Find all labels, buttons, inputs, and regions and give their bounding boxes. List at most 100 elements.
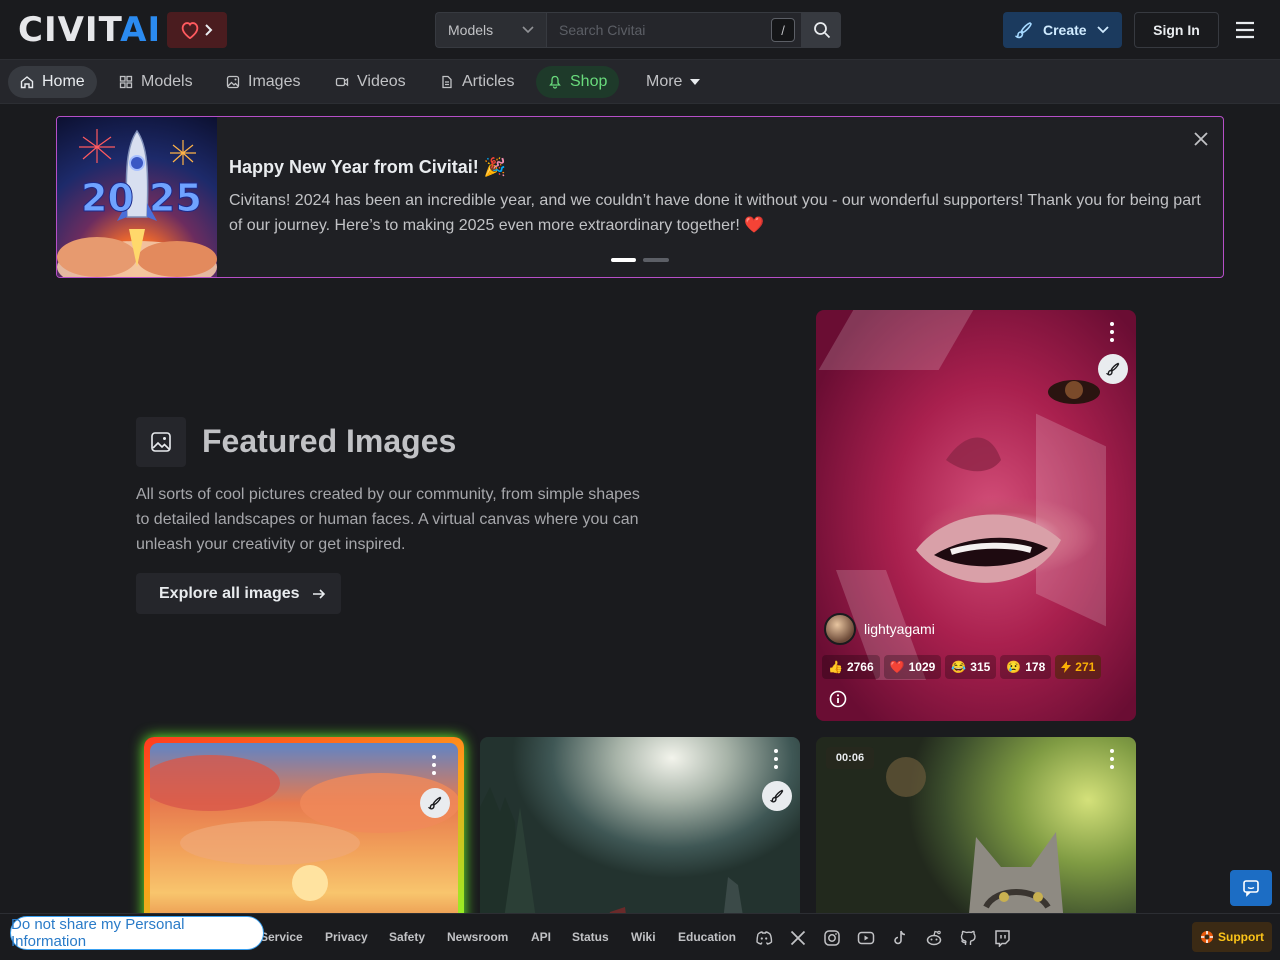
support-heart-button[interactable] [167, 12, 227, 48]
explore-all-images-button[interactable]: Explore all images [136, 573, 341, 614]
featured-images-badge [136, 417, 186, 467]
nav-home-label: Home [42, 73, 85, 90]
chevron-down-icon [1096, 26, 1109, 34]
nav-images[interactable]: Images [214, 66, 312, 98]
banner-title: Happy New Year from Civitai! 🎉 [229, 157, 507, 177]
year-digits-right: 25 [149, 176, 202, 220]
support-button[interactable]: Support [1192, 922, 1272, 952]
search-button[interactable] [802, 12, 841, 48]
youtube-icon[interactable] [857, 929, 875, 947]
banner-text: Civitans! 2024 has been an incredible ye… [229, 192, 1201, 234]
nav-videos[interactable]: Videos [323, 66, 418, 98]
support-label: Support [1218, 930, 1264, 944]
remix-button[interactable] [420, 788, 450, 818]
heart-icon: ❤️ [889, 660, 905, 674]
footer-link-wiki[interactable]: Wiki [631, 930, 656, 944]
rocket-illustration: 20 25 [57, 129, 217, 277]
announcement-banner: 20 25 Happy New Year from Civitai! 🎉 Civ… [56, 116, 1224, 278]
nav-articles[interactable]: Articles [428, 66, 526, 98]
nav-articles-label: Articles [462, 73, 515, 90]
search-scope-select[interactable]: Models [435, 12, 546, 48]
reaction-count: 315 [970, 660, 991, 674]
github-icon[interactable] [959, 929, 977, 947]
brush-icon [770, 789, 784, 803]
card-menu-icon[interactable] [1110, 749, 1114, 769]
reaction-count: 2766 [846, 660, 874, 674]
new-year-rocket-image: 20 25 [57, 117, 217, 277]
nav-images-label: Images [248, 73, 301, 90]
buzz-count: 271 [1075, 660, 1096, 674]
reactions-bar: 👍 2766 ❤️ 1029 😂 315 😢 178 271 [822, 655, 1102, 679]
heart-icon [181, 22, 199, 39]
featured-title: Featured Images [202, 423, 457, 459]
search-icon [813, 22, 830, 39]
video-duration-badge: 00:06 [826, 747, 874, 769]
main-nav: Home Models Images Videos Articles Shop … [0, 60, 1280, 104]
reaction-count: 178 [1025, 660, 1046, 674]
civitai-logo[interactable]: CIVITAI [18, 13, 161, 47]
nav-home[interactable]: Home [8, 66, 97, 98]
chevron-right-icon [205, 24, 213, 36]
reaction-heart[interactable]: ❤️ 1029 [883, 655, 942, 679]
feedback-chat-button[interactable] [1230, 870, 1272, 906]
reaction-count: 1029 [908, 660, 936, 674]
remix-button[interactable] [762, 781, 792, 811]
create-label: Create [1043, 22, 1087, 38]
tiktok-icon[interactable] [891, 929, 909, 947]
card-menu-icon[interactable] [432, 755, 436, 775]
lightning-icon [1061, 661, 1072, 673]
close-icon[interactable] [1193, 131, 1209, 147]
card-menu-icon[interactable] [1110, 322, 1114, 342]
footer-link-status[interactable]: Status [572, 930, 609, 944]
remix-button[interactable] [1098, 354, 1128, 384]
search-placeholder: Search Civitai [559, 22, 646, 38]
buzz-tip[interactable]: 271 [1055, 655, 1102, 679]
info-icon[interactable] [829, 690, 847, 708]
video-icon [335, 77, 349, 87]
nav-more[interactable]: More [634, 66, 712, 98]
nav-models-label: Models [141, 73, 193, 90]
sign-in-button[interactable]: Sign In [1134, 12, 1219, 48]
search-scope-label: Models [448, 22, 494, 38]
brush-icon [1106, 362, 1120, 376]
nav-shop-label: Shop [570, 73, 608, 90]
discord-icon[interactable] [755, 929, 773, 947]
card-menu-icon[interactable] [774, 749, 778, 769]
creator-username[interactable]: lightyagami [864, 621, 935, 637]
image-icon [226, 75, 240, 89]
top-header: CIVITAI Models Search Civitai / Create S… [0, 0, 1280, 60]
brush-icon [428, 796, 442, 810]
reaction-cry[interactable]: 😢 178 [1000, 655, 1052, 679]
reaction-laugh[interactable]: 😂 315 [945, 655, 997, 679]
featured-description: All sorts of cool pictures created by ou… [136, 486, 640, 553]
reaction-like[interactable]: 👍 2766 [822, 655, 880, 679]
do-not-share-personal-info-link[interactable]: Do not share my Personal Information [10, 916, 264, 950]
year-digits-left: 20 [81, 176, 134, 220]
footer-link-api[interactable]: API [531, 930, 551, 944]
instagram-icon[interactable] [823, 929, 841, 947]
arrow-right-icon [312, 588, 325, 599]
nav-videos-label: Videos [357, 73, 406, 90]
brush-icon [1015, 22, 1032, 39]
footer-link-education[interactable]: Education [678, 930, 736, 944]
reddit-icon[interactable] [925, 929, 943, 947]
create-button[interactable]: Create [1003, 12, 1122, 48]
carousel-dot[interactable] [643, 258, 669, 262]
twitch-icon[interactable] [993, 929, 1011, 947]
nav-models[interactable]: Models [107, 66, 205, 98]
hamburger-menu-icon[interactable] [1233, 18, 1257, 42]
caret-down-icon [690, 79, 701, 85]
footer-link-newsroom[interactable]: Newsroom [447, 930, 508, 944]
avatar[interactable] [824, 613, 856, 645]
chat-icon [1243, 880, 1259, 897]
file-icon [442, 75, 452, 89]
search-input[interactable]: Search Civitai / [546, 12, 802, 48]
footer-link-safety[interactable]: Safety [389, 930, 425, 944]
footer-link-service[interactable]: Service [260, 930, 303, 944]
laugh-icon: 😂 [951, 660, 967, 674]
nav-shop[interactable]: Shop [536, 66, 620, 98]
x-icon[interactable] [789, 929, 807, 947]
footer-link-privacy[interactable]: Privacy [325, 930, 368, 944]
carousel-dot-active[interactable] [611, 258, 636, 262]
explore-label: Explore all images [159, 584, 300, 602]
